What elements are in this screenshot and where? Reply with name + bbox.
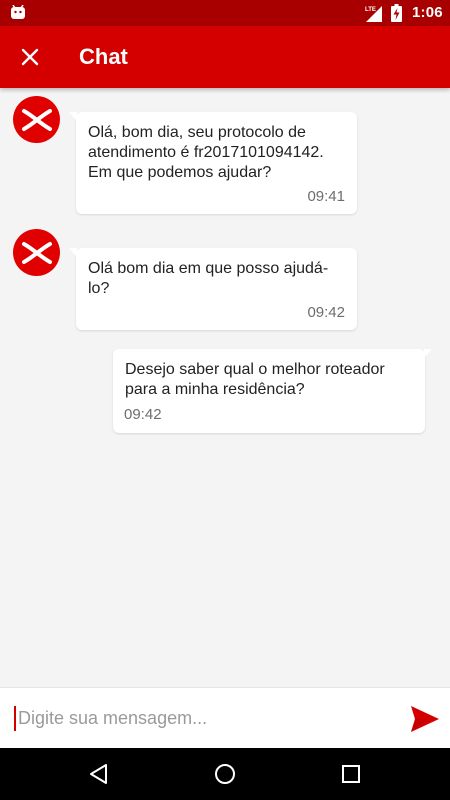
message-text: Olá bom dia em que posso ajudá-lo? bbox=[88, 260, 329, 297]
message-bubble-user: Desejo saber qual o melhor roteador para… bbox=[113, 349, 432, 433]
message-time: 09:42 bbox=[307, 304, 345, 321]
message-bubble-agent: Olá, bom dia, seu protocolo de atendimen… bbox=[69, 112, 357, 214]
nav-recents-button[interactable] bbox=[338, 761, 364, 787]
home-icon bbox=[215, 764, 235, 784]
signal-icon: LTE bbox=[365, 6, 382, 22]
message-input[interactable] bbox=[14, 702, 394, 734]
app-bar: Chat bbox=[0, 26, 450, 88]
agent-avatar bbox=[13, 96, 60, 143]
page-title: Chat bbox=[79, 44, 128, 69]
system-nav-bar bbox=[0, 748, 450, 800]
network-type-label: LTE bbox=[365, 7, 376, 13]
message-time: 09:41 bbox=[307, 188, 345, 205]
recents-icon bbox=[342, 765, 360, 783]
back-icon bbox=[90, 764, 107, 784]
message-composer bbox=[0, 687, 450, 748]
nav-back-button[interactable] bbox=[86, 761, 112, 787]
brand-logo-icon bbox=[21, 241, 52, 264]
battery-charging-icon bbox=[391, 4, 402, 22]
nav-home-button[interactable] bbox=[212, 761, 238, 787]
android-notification-icon bbox=[11, 5, 25, 19]
message-time: 09:42 bbox=[124, 406, 162, 423]
status-bar: LTE 1:06 bbox=[0, 0, 450, 26]
brand-logo-icon bbox=[21, 108, 52, 131]
close-button[interactable] bbox=[14, 41, 46, 73]
send-icon[interactable] bbox=[410, 705, 440, 733]
message-text: Desejo saber qual o melhor roteador para… bbox=[125, 361, 385, 398]
status-time: 1:06 bbox=[412, 4, 443, 21]
message-bubble-agent: Olá bom dia em que posso ajudá-lo? 09:42 bbox=[69, 248, 357, 330]
message-text: Olá, bom dia, seu protocolo de atendimen… bbox=[88, 124, 324, 181]
agent-avatar bbox=[13, 229, 60, 276]
close-icon bbox=[21, 48, 39, 66]
